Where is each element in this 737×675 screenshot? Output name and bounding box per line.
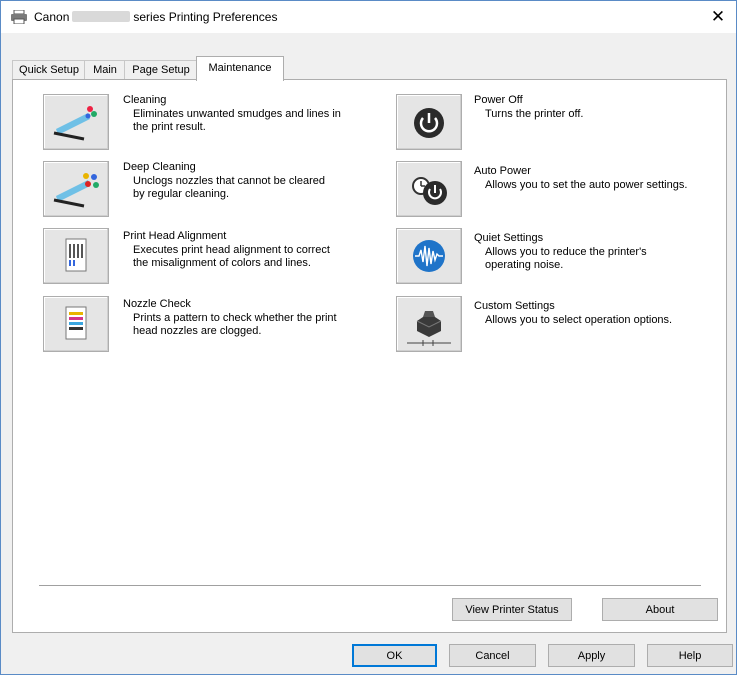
nozzle-check-button[interactable] (43, 296, 109, 352)
cleaning-desc-line-2: the print result. (133, 121, 206, 133)
window-title: Canon series Printing Preferences (34, 10, 277, 24)
nozzle-check-desc-line-1: Prints a pattern to check whether the pr… (133, 312, 337, 324)
custom-settings-button[interactable] (396, 296, 462, 352)
auto-power-description: Allows you to set the auto power setting… (485, 179, 687, 192)
about-button[interactable]: About (602, 598, 718, 621)
cleaning-button[interactable] (43, 94, 109, 150)
window-title-prefix: Canon (34, 10, 70, 24)
deep-cleaning-desc-line-1: Unclogs nozzles that cannot be cleared (133, 175, 326, 187)
nozzle-check-icon (65, 306, 87, 340)
printer-icon (11, 10, 27, 24)
ok-button[interactable]: OK (352, 644, 437, 667)
nozzle-check-title: Nozzle Check (123, 298, 191, 310)
auto-power-desc-line-1: Allows you to set the auto power setting… (485, 179, 688, 191)
nozzle-check-description: Prints a pattern to check whether the pr… (133, 312, 337, 338)
title-bar: Canon series Printing Preferences ✕ (1, 1, 736, 33)
panel-divider (39, 585, 701, 586)
deep-cleaning-button[interactable] (43, 161, 109, 217)
deep-cleaning-description: Unclogs nozzles that cannot be cleared b… (133, 175, 325, 201)
deep-cleaning-icon (53, 173, 99, 208)
tab-main[interactable]: Main (84, 60, 126, 80)
quiet-settings-button[interactable] (396, 228, 462, 284)
cleaning-description: Eliminates unwanted smudges and lines in… (133, 108, 341, 134)
custom-settings-desc-line-1: Allows you to select operation options. (485, 314, 673, 326)
cleaning-desc-line-1: Eliminates unwanted smudges and lines in (133, 108, 341, 120)
print-head-alignment-desc-line-1: Executes print head alignment to correct (133, 244, 330, 256)
auto-power-button[interactable] (396, 161, 462, 217)
auto-power-title: Auto Power (474, 165, 531, 177)
quiet-settings-title: Quiet Settings (474, 232, 544, 244)
power-off-desc-line-1: Turns the printer off. (485, 108, 584, 120)
print-head-alignment-desc-line-2: the misalignment of colors and lines. (133, 257, 311, 269)
tab-quick-setup[interactable]: Quick Setup (12, 60, 86, 80)
power-off-button[interactable] (396, 94, 462, 150)
print-head-alignment-icon (65, 238, 87, 272)
maintenance-panel: Cleaning Eliminates unwanted smudges and… (12, 79, 727, 633)
power-off-icon (414, 108, 444, 138)
deep-cleaning-desc-line-2: by regular cleaning. (133, 188, 230, 200)
custom-settings-description: Allows you to select operation options. (485, 314, 672, 327)
tab-maintenance[interactable]: Maintenance (196, 56, 284, 81)
power-off-description: Turns the printer off. (485, 108, 583, 121)
cancel-button[interactable]: Cancel (449, 644, 536, 667)
custom-settings-title: Custom Settings (474, 300, 555, 312)
close-button[interactable]: ✕ (700, 1, 736, 33)
window-title-suffix: series Printing Preferences (133, 10, 278, 24)
quiet-settings-description: Allows you to reduce the printer's opera… (485, 246, 647, 272)
cleaning-icon (53, 106, 97, 141)
print-head-alignment-title: Print Head Alignment (123, 230, 227, 242)
auto-power-icon (412, 177, 447, 205)
print-head-alignment-description: Executes print head alignment to correct… (133, 244, 330, 270)
cleaning-title: Cleaning (123, 94, 167, 106)
tab-page-setup[interactable]: Page Setup (124, 60, 198, 80)
view-printer-status-button[interactable]: View Printer Status (452, 598, 572, 621)
print-head-alignment-button[interactable] (43, 228, 109, 284)
power-off-title: Power Off (474, 94, 523, 106)
quiet-settings-desc-line-2: operating noise. (485, 259, 564, 271)
printing-preferences-window: Canon series Printing Preferences ✕ Quick… (0, 0, 737, 675)
nozzle-check-desc-line-2: head nozzles are clogged. (133, 325, 262, 337)
custom-settings-icon (407, 311, 451, 346)
quiet-settings-desc-line-1: Allows you to reduce the printer's (485, 246, 647, 258)
help-button[interactable]: Help (647, 644, 733, 667)
quiet-settings-icon (413, 240, 445, 272)
apply-button[interactable]: Apply (548, 644, 635, 667)
deep-cleaning-title: Deep Cleaning (123, 161, 196, 173)
redacted-model-name (72, 11, 131, 22)
